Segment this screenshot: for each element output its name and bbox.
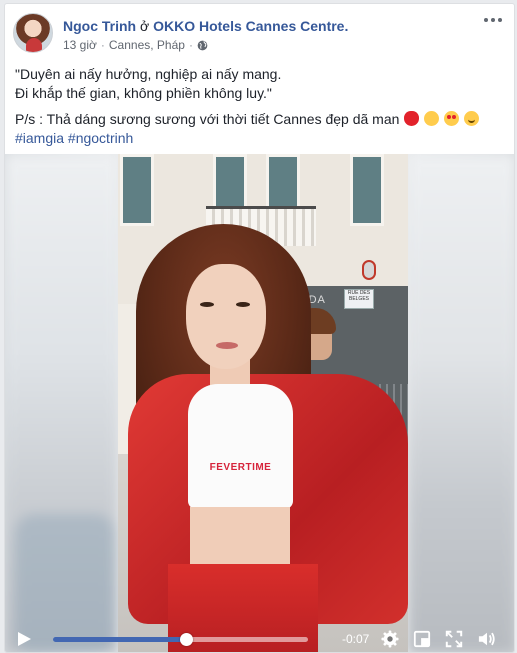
shirt-print: FEVERTIME (209, 462, 272, 473)
author-avatar[interactable] (13, 13, 53, 53)
globe-icon[interactable] (197, 40, 208, 51)
post-text-line-2: Đi khắp thế gian, không phiền không luy.… (15, 85, 272, 101)
video-blur-right (408, 154, 514, 652)
time-remaining: -0:07 (342, 632, 370, 646)
meta-separator: · (100, 38, 105, 52)
post-ps-text: P/s : Thả dáng sương sương với thời tiết… (15, 111, 400, 127)
post-header: Ngoc Trinh ở OKKO Hotels Cannes Centre. (63, 17, 348, 35)
face-blowing-kiss-icon (424, 111, 440, 126)
window-icon[interactable] (413, 630, 431, 648)
video-controls: -0:07 (5, 624, 514, 652)
progress-knob[interactable] (179, 633, 193, 646)
at-text: ở (140, 18, 150, 34)
play-icon[interactable] (18, 632, 31, 646)
place-link[interactable]: OKKO Hotels Cannes Centre. (153, 18, 348, 34)
gear-icon[interactable] (381, 630, 399, 648)
video-blur-left (5, 154, 118, 652)
post-body: "Duyên ai nấy hưởng, nghiệp ai nấy mang.… (15, 65, 504, 148)
video-player[interactable]: PRADA RUE DES BELGES FEVERTIME (5, 154, 514, 652)
kiss-mark-icon (404, 111, 420, 126)
smiling-blush-icon (463, 111, 479, 126)
post-card: Ngoc Trinh ở OKKO Hotels Cannes Centre. … (4, 3, 515, 653)
more-options-icon[interactable] (484, 18, 502, 24)
post-ps-line: P/s : Thả dáng sương sương với thời tiết… (15, 110, 504, 129)
post-meta: 13 giờ · Cannes, Pháp · (63, 38, 208, 52)
hashtag-links[interactable]: #iamgia #ngoctrinh (15, 129, 504, 148)
meta-separator-2: · (188, 38, 193, 52)
volume-icon[interactable] (477, 630, 497, 648)
author-name-link[interactable]: Ngoc Trinh (63, 18, 136, 34)
post-text-line-1: "Duyên ai nấy hưởng, nghiệp ai nấy mang. (15, 66, 282, 82)
post-timestamp[interactable]: 13 giờ (63, 38, 97, 52)
woman-in-red-jacket: FEVERTIME (128, 224, 408, 652)
fullscreen-icon[interactable] (445, 630, 463, 648)
progress-fill (53, 637, 186, 642)
heart-eyes-icon (444, 111, 460, 126)
video-frame: PRADA RUE DES BELGES FEVERTIME (118, 154, 408, 652)
progress-scrubber[interactable] (53, 633, 308, 646)
post-location[interactable]: Cannes, Pháp (109, 38, 185, 52)
